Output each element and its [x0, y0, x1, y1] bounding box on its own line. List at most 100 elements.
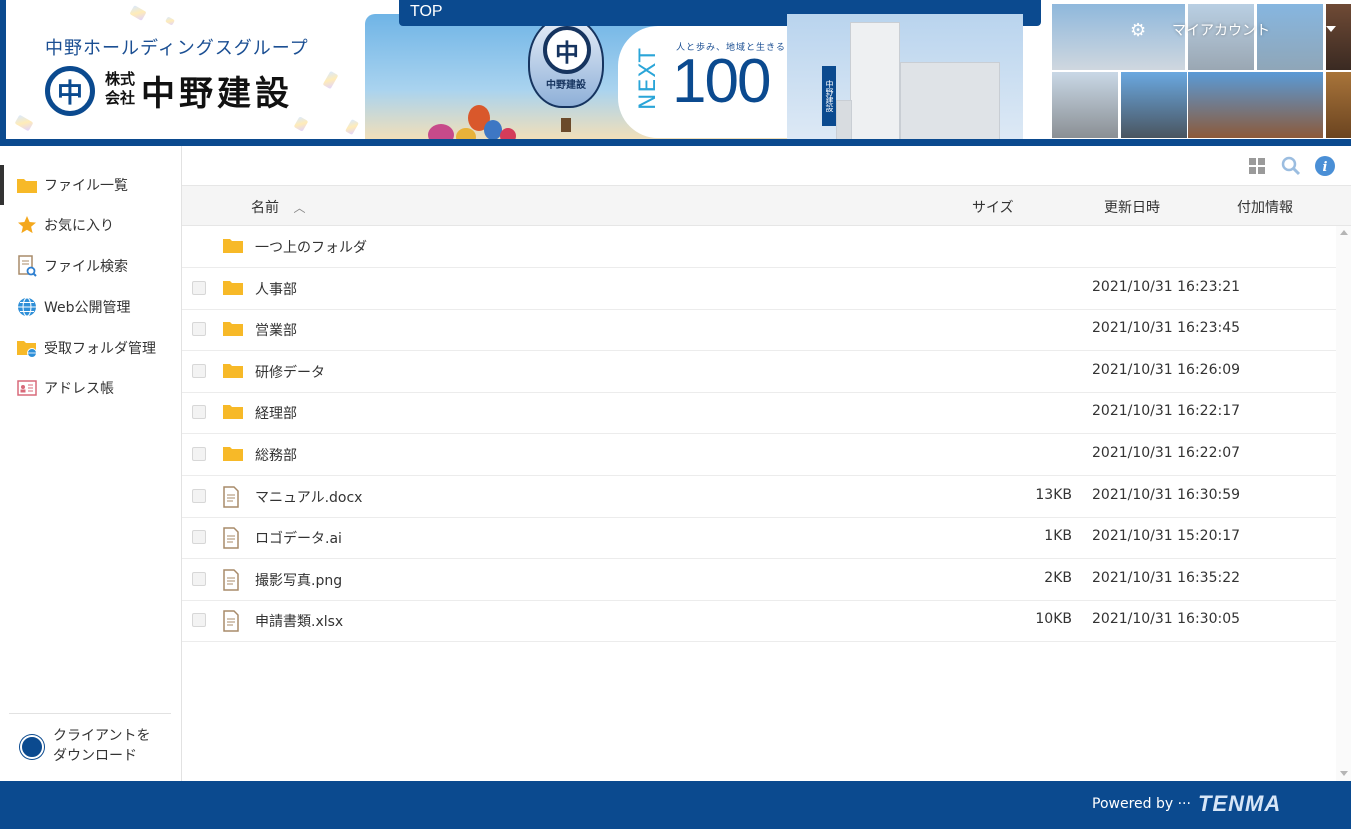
sidebar-item-web-publish[interactable]: Web公開管理 — [0, 287, 181, 327]
column-modified[interactable]: 更新日時 — [1104, 197, 1160, 217]
table-row[interactable]: 営業部 2021/10/31 16:23:45 — [182, 309, 1336, 352]
file-name[interactable]: マニュアル.docx — [255, 487, 362, 507]
file-size: 10KB — [1035, 611, 1072, 628]
scroll-up-icon[interactable] — [1340, 230, 1348, 235]
row-checkbox[interactable] — [192, 322, 206, 337]
folder-icon — [222, 319, 244, 341]
file-name[interactable]: 撮影写真.png — [255, 570, 342, 590]
sidebar-item-favorites[interactable]: お気に入り — [0, 205, 181, 245]
my-account-menu[interactable]: マイアカウント — [1172, 20, 1270, 40]
grid-view-icon[interactable] — [1246, 155, 1268, 177]
search-icon[interactable] — [1280, 155, 1302, 177]
row-checkbox[interactable] — [192, 447, 206, 461]
info-icon[interactable]: i — [1314, 155, 1336, 177]
row-checkbox[interactable] — [192, 613, 206, 628]
sidebar-item-label: Web公開管理 — [44, 300, 131, 316]
file-modified-date: 2021/10/31 16:22:17 — [1092, 403, 1241, 420]
file-size: 2KB — [1044, 569, 1072, 586]
gear-icon[interactable]: ⚙ — [1130, 20, 1146, 41]
document-icon — [222, 527, 244, 549]
client-download-label: クライアントを ダウンロード — [53, 728, 151, 764]
sparkle-decoration — [14, 114, 34, 132]
column-size[interactable]: サイズ — [972, 197, 1014, 217]
file-search-icon — [16, 255, 38, 277]
file-modified-date: 2021/10/31 16:23:45 — [1092, 320, 1241, 337]
sparkle-decoration — [165, 16, 175, 26]
tenma-logo[interactable]: TENMA — [1198, 791, 1281, 817]
header-banner: 中野ホールディングスグループ 中 株式会社 中野建設 中 中野建設 人と歩み、地… — [0, 0, 1351, 146]
sidebar-item-label: ファイル一覧 — [44, 178, 128, 194]
column-extra-info[interactable]: 付加情報 — [1237, 197, 1293, 217]
file-name[interactable]: 人事部 — [255, 279, 297, 299]
svg-text:i: i — [1323, 160, 1328, 175]
sidebar-item-label: ファイル検索 — [44, 259, 128, 275]
table-row[interactable]: 研修データ 2021/10/31 16:26:09 — [182, 351, 1336, 393]
sparkle-decoration — [345, 118, 359, 136]
globe-icon — [16, 296, 38, 318]
file-size: 1KB — [1044, 528, 1072, 545]
folder-globe-icon — [16, 337, 38, 359]
powered-by-text: Powered by ··· — [1092, 796, 1191, 812]
next-word: NEXT — [636, 47, 661, 110]
row-checkbox[interactable] — [192, 405, 206, 420]
table-row[interactable]: マニュアル.docx 13KB 2021/10/31 16:30:59 — [182, 476, 1336, 518]
parent-folder-row[interactable]: 一つ上のフォルダ — [182, 226, 1336, 268]
row-checkbox[interactable] — [192, 571, 206, 586]
sidebar-item-file-list[interactable]: ファイル一覧 — [0, 165, 181, 205]
client-download-link[interactable]: クライアントを ダウンロード — [20, 726, 170, 770]
file-modified-date: 2021/10/31 16:30:05 — [1092, 611, 1241, 628]
file-name[interactable]: 総務部 — [255, 445, 297, 465]
table-row[interactable]: ロゴデータ.ai 1KB 2021/10/31 15:20:17 — [182, 517, 1336, 560]
folder-icon — [222, 402, 244, 424]
sparkle-decoration — [129, 5, 147, 21]
file-name[interactable]: 研修データ — [255, 362, 325, 382]
folder-icon — [222, 236, 244, 258]
client-app-icon — [20, 735, 44, 759]
sidebar-item-address-book[interactable]: アドレス帳 — [0, 368, 181, 408]
table-row[interactable]: 経理部 2021/10/31 16:22:17 — [182, 392, 1336, 435]
file-name[interactable]: ロゴデータ.ai — [255, 528, 342, 548]
toolbar: i — [182, 146, 1351, 186]
table-row[interactable]: 人事部 2021/10/31 16:23:21 — [182, 268, 1336, 310]
file-modified-date: 2021/10/31 16:22:07 — [1092, 445, 1241, 461]
building-base — [836, 100, 852, 140]
file-modified-date: 2021/10/31 16:26:09 — [1092, 361, 1241, 378]
hot-air-balloon: 中 中野建設 — [528, 16, 604, 108]
file-name[interactable]: 申請書類.xlsx — [255, 611, 343, 631]
top-link[interactable]: TOP — [410, 3, 443, 21]
group-name: 中野ホールディングスグループ — [45, 38, 309, 59]
file-name[interactable]: 営業部 — [255, 320, 297, 340]
address-card-icon — [16, 377, 38, 399]
document-icon — [222, 485, 244, 508]
folder-icon — [16, 174, 38, 196]
sidebar-item-file-search[interactable]: ファイル検索 — [0, 246, 181, 286]
vertical-scrollbar[interactable] — [1336, 226, 1351, 781]
star-icon — [16, 214, 38, 236]
file-modified-date: 2021/10/31 16:35:22 — [1092, 569, 1241, 586]
company-name: 中野建設 — [141, 74, 293, 114]
photo-thumbnail — [1052, 4, 1185, 70]
sidebar-item-receive-folder[interactable]: 受取フォルダ管理 — [0, 328, 181, 368]
file-name[interactable]: 一つ上のフォルダ — [255, 237, 367, 257]
column-header: 名前 ︿ サイズ 更新日時 付加情報 — [182, 186, 1351, 226]
photo-thumbnail — [1052, 72, 1118, 138]
sort-ascending-icon[interactable]: ︿ — [293, 199, 305, 216]
sidebar-item-label: お気に入り — [44, 218, 114, 234]
sidebar-item-label: 受取フォルダ管理 — [44, 341, 156, 357]
column-name[interactable]: 名前 ︿ — [251, 197, 305, 217]
row-checkbox[interactable] — [192, 280, 206, 295]
row-checkbox[interactable] — [192, 363, 206, 378]
folder-icon — [222, 361, 244, 383]
chevron-down-icon[interactable] — [1326, 26, 1336, 32]
sparkle-decoration — [322, 70, 339, 90]
photo-thumbnail — [1326, 4, 1351, 70]
row-checkbox[interactable] — [192, 488, 206, 503]
photo-thumbnail — [1326, 72, 1351, 138]
table-row[interactable]: 撮影写真.png 2KB 2021/10/31 16:35:22 — [182, 559, 1336, 601]
table-row[interactable]: 申請書類.xlsx 10KB 2021/10/31 16:30:05 — [182, 600, 1336, 643]
table-row[interactable]: 総務部 2021/10/31 16:22:07 — [182, 434, 1336, 476]
row-checkbox[interactable] — [192, 530, 206, 545]
file-name[interactable]: 経理部 — [255, 403, 297, 423]
file-modified-date: 2021/10/31 15:20:17 — [1092, 528, 1241, 545]
scroll-down-icon[interactable] — [1340, 771, 1348, 776]
